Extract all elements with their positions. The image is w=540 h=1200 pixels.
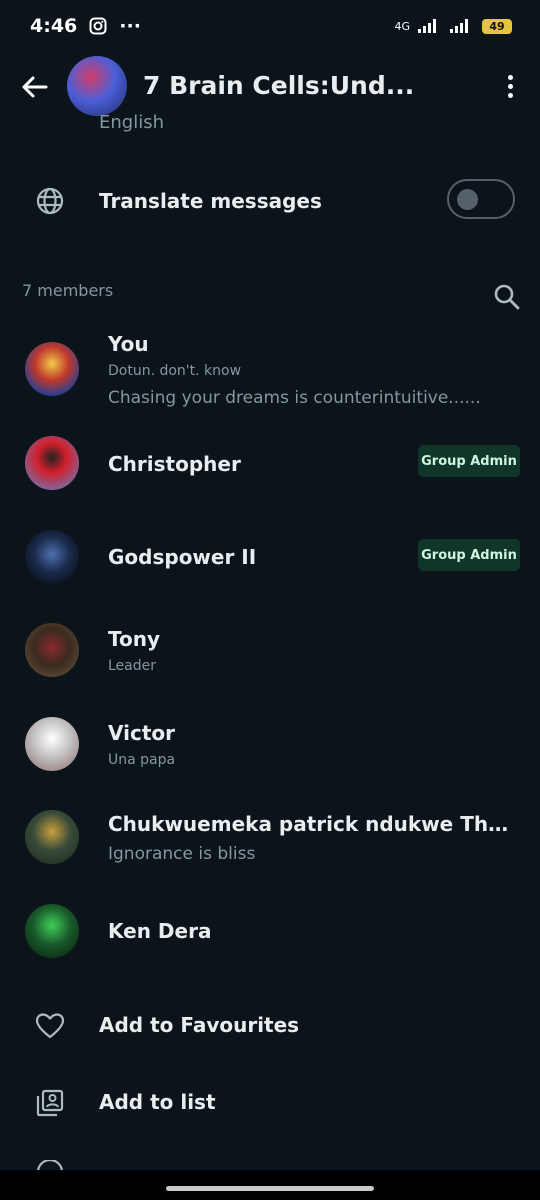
status-time: 4:46 — [30, 15, 78, 37]
avatar — [25, 530, 79, 584]
heart-icon — [35, 1013, 65, 1039]
status-bar: 4:46 ··· 4G 49 — [0, 0, 540, 52]
avatar — [25, 623, 79, 677]
group-title[interactable]: 7 Brain Cells:Und... — [143, 71, 443, 100]
language-label: English — [99, 112, 164, 133]
more-options-icon[interactable] — [498, 72, 522, 102]
member-row[interactable]: Chukwuemeka patrick ndukwe The Wa... Ign… — [0, 792, 540, 882]
back-arrow-icon[interactable] — [20, 72, 50, 102]
member-row[interactable]: Godspower II Group Admin — [0, 512, 540, 602]
battery-indicator: 49 — [482, 18, 512, 34]
member-name: Tony — [108, 627, 161, 651]
member-name: Ken Dera — [108, 919, 212, 943]
avatar — [25, 904, 79, 958]
translate-messages-row[interactable]: Translate messages — [0, 172, 540, 232]
member-row[interactable]: Tony Leader — [0, 605, 540, 695]
globe-icon — [36, 187, 64, 215]
member-name: Godspower II — [108, 545, 257, 569]
member-about: Chasing your dreams is counterintuitive.… — [108, 388, 481, 408]
member-subtitle: Una papa — [108, 752, 176, 768]
member-subtitle: Dotun. don't. know — [108, 363, 242, 379]
member-row[interactable]: Christopher Group Admin — [0, 418, 540, 508]
more-notifications-icon: ··· — [119, 15, 141, 37]
member-row[interactable]: Victor Una papa — [0, 699, 540, 789]
member-about: Ignorance is bliss — [108, 844, 256, 864]
add-to-list-label: Add to list — [99, 1090, 216, 1114]
member-name: You — [108, 332, 149, 356]
member-row[interactable]: Ken Dera — [0, 886, 540, 976]
list-icon — [36, 1089, 64, 1117]
translate-toggle[interactable] — [447, 179, 515, 219]
instagram-icon — [89, 17, 107, 35]
member-name: Christopher — [108, 452, 241, 476]
member-name: Chukwuemeka patrick ndukwe The Wa... — [108, 812, 518, 836]
network-type: 4G — [394, 19, 410, 33]
signal-icon — [418, 19, 436, 33]
translate-messages-label: Translate messages — [99, 189, 322, 213]
add-to-list-row[interactable]: Add to list — [0, 1074, 540, 1134]
add-to-favourites-label: Add to Favourites — [99, 1013, 300, 1037]
group-admin-badge: Group Admin — [418, 539, 520, 571]
system-navigation-bar — [0, 1170, 540, 1200]
avatar — [25, 436, 79, 490]
avatar — [25, 717, 79, 771]
member-row[interactable]: You Dotun. don't. know Chasing your drea… — [0, 325, 540, 415]
group-avatar[interactable] — [67, 56, 127, 116]
app-bar: 7 Brain Cells:Und... — [0, 52, 540, 122]
avatar — [25, 342, 79, 396]
home-indicator[interactable] — [166, 1186, 374, 1191]
toggle-knob — [457, 189, 478, 210]
members-count: 7 members — [22, 281, 114, 300]
avatar — [25, 810, 79, 864]
add-to-favourites-row[interactable]: Add to Favourites — [0, 997, 540, 1057]
member-name: Victor — [108, 721, 176, 745]
group-admin-badge: Group Admin — [418, 445, 520, 477]
search-icon[interactable] — [493, 283, 521, 311]
signal-icon-2 — [450, 19, 468, 33]
member-subtitle: Leader — [108, 658, 157, 674]
